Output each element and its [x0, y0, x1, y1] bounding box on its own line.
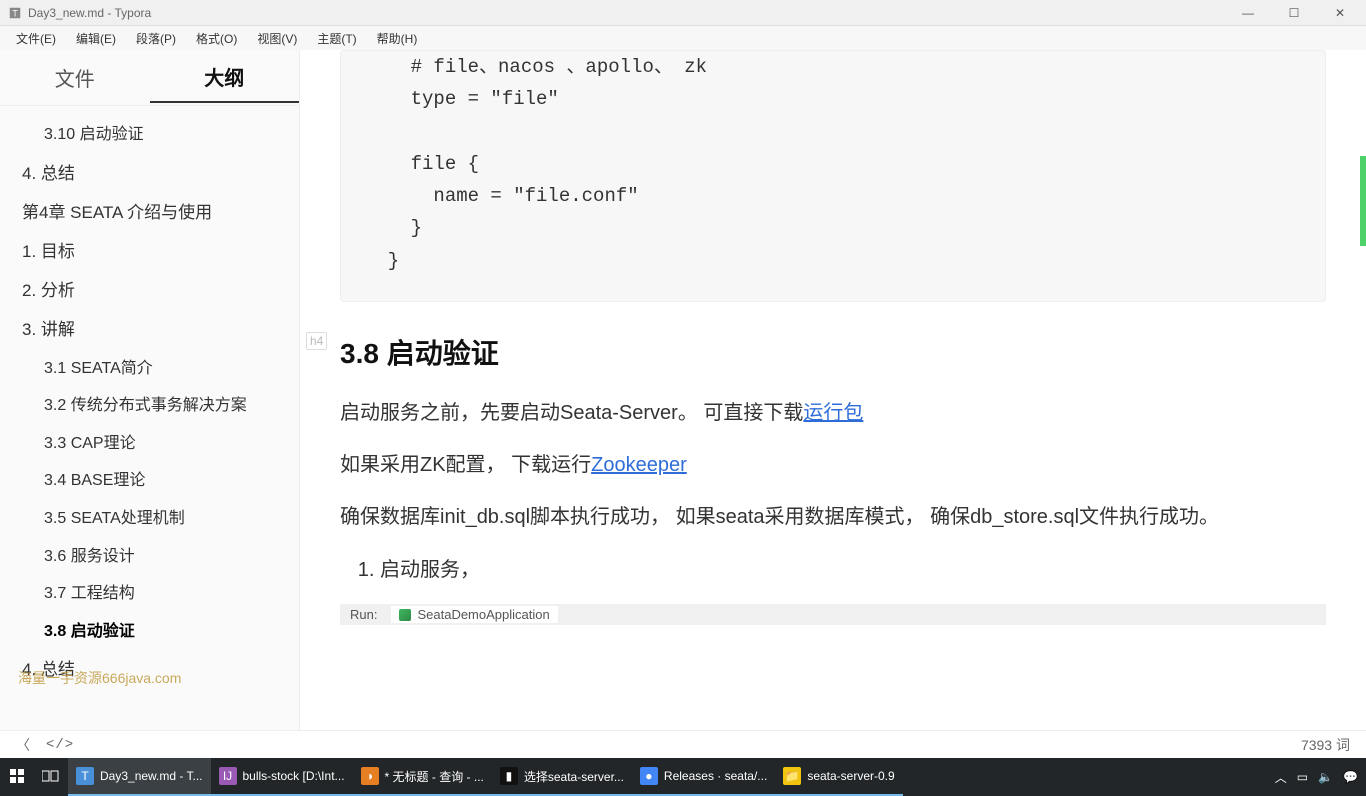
outline-item[interactable]: 3.10 启动验证: [0, 116, 299, 154]
taskbar-app[interactable]: 📁 seata-server-0.9: [775, 758, 902, 796]
run-app-label: SeataDemoApplication: [417, 607, 549, 622]
code-block[interactable]: # file、nacos 、apollo、 zk type = "file" f…: [340, 50, 1326, 302]
ordered-list[interactable]: 启动服务，: [340, 550, 1326, 590]
app-icon: T: [8, 6, 22, 20]
tab-files[interactable]: 文件: [0, 53, 150, 102]
paragraph-seata-server[interactable]: 启动服务之前，先要启动Seata-Server。 可直接下载运行包: [340, 394, 1326, 432]
taskbar-app-icon: ●: [640, 767, 658, 785]
outline-list: 3.10 启动验证4. 总结第4章 SEATA 介绍与使用1. 目标2. 分析3…: [0, 106, 299, 730]
taskbar-app-label: 选择seata-server...: [524, 768, 624, 785]
windows-logo-icon: [8, 767, 26, 785]
menu-edit[interactable]: 编辑(E): [66, 28, 126, 49]
sidebar-tabs: 文件 大纲: [0, 50, 299, 106]
taskbar-app[interactable]: T Day3_new.md - T...: [68, 758, 211, 796]
menu-help[interactable]: 帮助(H): [367, 28, 428, 49]
status-bar: 〈 </> 7393 词: [0, 730, 1366, 758]
sidebar: 文件 大纲 3.10 启动验证4. 总结第4章 SEATA 介绍与使用1. 目标…: [0, 50, 300, 730]
close-button[interactable]: ✕: [1326, 6, 1354, 20]
task-view-button[interactable]: [34, 758, 68, 796]
tab-outline[interactable]: 大纲: [150, 52, 300, 103]
menu-bar: 文件(E) 编辑(E) 段落(P) 格式(O) 视图(V) 主题(T) 帮助(H…: [0, 26, 1366, 50]
window-titlebar: T Day3_new.md - Typora — ☐ ✕: [0, 0, 1366, 26]
outline-item[interactable]: 2. 分析: [0, 271, 299, 310]
system-tray[interactable]: ︿ ▭ 🔈 💬: [1275, 769, 1366, 786]
outline-item[interactable]: 3.5 SEATA处理机制: [0, 500, 299, 538]
outline-item[interactable]: 3.4 BASE理论: [0, 462, 299, 500]
heading-level-gutter: h4: [306, 332, 327, 350]
paragraph-zookeeper[interactable]: 如果采用ZK配置， 下载运行Zookeeper: [340, 446, 1326, 484]
taskbar-app-icon: IJ: [219, 767, 237, 785]
menu-paragraph[interactable]: 段落(P): [126, 28, 186, 49]
nav-back[interactable]: 〈: [16, 735, 30, 755]
taskbar-app-label: * 无标题 - 查询 - ...: [385, 768, 484, 785]
tray-chevron-icon[interactable]: ︿: [1275, 769, 1287, 786]
taskbar-app[interactable]: ▮ 选择seata-server...: [492, 758, 632, 796]
toggle-source[interactable]: </>: [46, 737, 74, 753]
svg-text:T: T: [12, 8, 18, 18]
list-item-start-service[interactable]: 启动服务，: [380, 550, 1326, 590]
text: 启动服务之前，先要启动Seata-Server。 可直接下载: [340, 402, 803, 424]
main-area: 文件 大纲 3.10 启动验证4. 总结第4章 SEATA 介绍与使用1. 目标…: [0, 50, 1366, 730]
taskbar-app-label: Day3_new.md - T...: [100, 769, 203, 783]
taskbar-app-icon: T: [76, 767, 94, 785]
paragraph-db-scripts[interactable]: 确保数据库init_db.sql脚本执行成功， 如果seata采用数据库模式， …: [340, 498, 1326, 536]
watermark: 海量一手资源666java.com: [18, 668, 181, 688]
outline-item[interactable]: 3.2 传统分布式事务解决方案: [0, 387, 299, 425]
taskbar-app-label: Releases · seata/...: [664, 769, 767, 783]
menu-file[interactable]: 文件(E): [6, 28, 66, 49]
taskbar-app-label: seata-server-0.9: [807, 769, 894, 783]
window-controls: — ☐ ✕: [1234, 6, 1354, 20]
task-view-icon: [42, 767, 60, 785]
tray-notifications-icon[interactable]: 💬: [1343, 770, 1358, 784]
taskbar-app-label: bulls-stock [D:\Int...: [243, 769, 345, 783]
windows-taskbar: T Day3_new.md - T... IJ bulls-stock [D:\Int…: [0, 758, 1366, 796]
editor-pane[interactable]: # file、nacos 、apollo、 zk type = "file" f…: [300, 50, 1366, 730]
taskbar-app[interactable]: IJ bulls-stock [D:\Int...: [211, 758, 353, 796]
outline-item[interactable]: 3.8 启动验证: [0, 613, 299, 651]
maximize-button[interactable]: ☐: [1280, 6, 1308, 20]
heading-3-8[interactable]: 3.8 启动验证: [340, 332, 1326, 372]
menu-view[interactable]: 视图(V): [247, 28, 307, 49]
text: 如果采用ZK配置， 下载运行: [340, 454, 591, 476]
run-app-name: SeataDemoApplication: [391, 606, 557, 623]
outline-item[interactable]: 3.1 SEATA简介: [0, 350, 299, 388]
ide-run-bar: Run: SeataDemoApplication: [340, 604, 1326, 625]
minimize-button[interactable]: —: [1234, 6, 1262, 20]
run-app-icon: [399, 609, 411, 621]
word-count[interactable]: 7393 词: [1301, 735, 1350, 755]
outline-item[interactable]: 4. 总结: [0, 154, 299, 193]
tray-battery-icon[interactable]: ▭: [1297, 770, 1308, 784]
taskbar-app-icon: 📁: [783, 767, 801, 785]
scroll-indicator: [1360, 156, 1366, 246]
outline-item[interactable]: 3.6 服务设计: [0, 538, 299, 576]
link-zookeeper[interactable]: Zookeeper: [591, 454, 687, 476]
outline-item[interactable]: 1. 目标: [0, 232, 299, 271]
window-title: Day3_new.md - Typora: [28, 6, 1234, 20]
outline-item[interactable]: 3.7 工程结构: [0, 575, 299, 613]
tray-volume-icon[interactable]: 🔈: [1318, 770, 1333, 784]
outline-item[interactable]: 3.3 CAP理论: [0, 425, 299, 463]
taskbar-app-icon: ◑: [361, 767, 379, 785]
menu-theme[interactable]: 主题(T): [307, 28, 366, 49]
run-label: Run:: [350, 607, 377, 622]
taskbar-app[interactable]: ● Releases · seata/...: [632, 758, 775, 796]
outline-item[interactable]: 3. 讲解: [0, 310, 299, 349]
start-button[interactable]: [0, 758, 34, 796]
outline-item[interactable]: 第4章 SEATA 介绍与使用: [0, 193, 299, 232]
taskbar-app[interactable]: ◑ * 无标题 - 查询 - ...: [353, 758, 492, 796]
link-run-package[interactable]: 运行包: [803, 402, 863, 424]
taskbar-app-icon: ▮: [500, 767, 518, 785]
menu-format[interactable]: 格式(O): [186, 28, 247, 49]
